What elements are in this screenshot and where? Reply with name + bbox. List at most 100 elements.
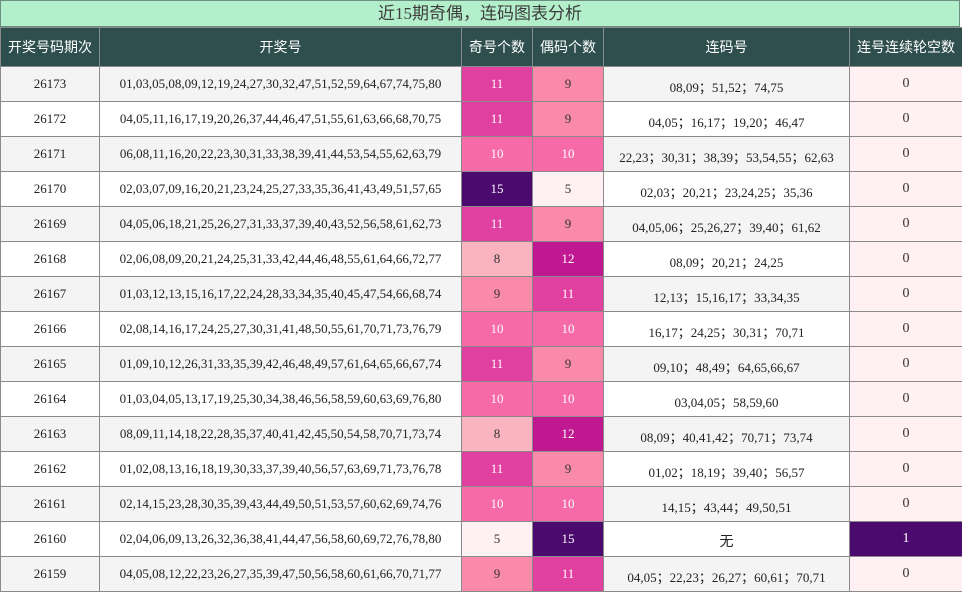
consecutive-cell: 16,17；24,25；30,31；70,71 bbox=[604, 312, 850, 347]
odd-count-cell: 5 bbox=[462, 522, 533, 557]
table-row: 2616904,05,06,18,21,25,26,27,31,33,37,39… bbox=[1, 207, 962, 242]
odd-count-cell: 11 bbox=[462, 102, 533, 137]
even-count-cell: 9 bbox=[533, 102, 604, 137]
consecutive-cell: 14,15；43,44；49,50,51 bbox=[604, 487, 850, 522]
odd-count-cell: 10 bbox=[462, 382, 533, 417]
consecutive-cell: 08,09；20,21；24,25 bbox=[604, 242, 850, 277]
odd-count-cell: 15 bbox=[462, 172, 533, 207]
odd-count-cell: 11 bbox=[462, 452, 533, 487]
odd-count-cell: 9 bbox=[462, 557, 533, 592]
even-count-cell: 12 bbox=[533, 242, 604, 277]
issue-cell: 26159 bbox=[1, 557, 100, 592]
issue-cell: 26160 bbox=[1, 522, 100, 557]
odd-count-cell: 10 bbox=[462, 312, 533, 347]
numbers-cell: 02,04,06,09,13,26,32,36,38,41,44,47,56,5… bbox=[100, 522, 462, 557]
even-count-cell: 15 bbox=[533, 522, 604, 557]
miss-count-cell: 0 bbox=[850, 557, 962, 592]
header-miss-count: 连号连续轮空数 bbox=[850, 28, 962, 67]
issue-cell: 26169 bbox=[1, 207, 100, 242]
even-count-cell: 10 bbox=[533, 487, 604, 522]
even-count-cell: 11 bbox=[533, 277, 604, 312]
odd-count-cell: 9 bbox=[462, 277, 533, 312]
issue-cell: 26170 bbox=[1, 172, 100, 207]
table-row: 2616201,02,08,13,16,18,19,30,33,37,39,40… bbox=[1, 452, 962, 487]
header-numbers: 开奖号 bbox=[100, 28, 462, 67]
header-even-count: 偶码个数 bbox=[533, 28, 604, 67]
table-row: 2617204,05,11,16,17,19,20,26,37,44,46,47… bbox=[1, 102, 962, 137]
odd-count-cell: 11 bbox=[462, 207, 533, 242]
consecutive-cell: 08,09；40,41,42；70,71；73,74 bbox=[604, 417, 850, 452]
issue-cell: 26164 bbox=[1, 382, 100, 417]
numbers-cell: 01,03,05,08,09,12,19,24,27,30,32,47,51,5… bbox=[100, 67, 462, 102]
numbers-cell: 01,02,08,13,16,18,19,30,33,37,39,40,56,5… bbox=[100, 452, 462, 487]
table-row: 2617301,03,05,08,09,12,19,24,27,30,32,47… bbox=[1, 67, 962, 102]
consecutive-cell: 04,05,06；25,26,27；39,40；61,62 bbox=[604, 207, 850, 242]
miss-count-cell: 0 bbox=[850, 67, 962, 102]
consecutive-cell: 无 bbox=[604, 522, 850, 557]
table-row: 2616501,09,10,12,26,31,33,35,39,42,46,48… bbox=[1, 347, 962, 382]
miss-count-cell: 0 bbox=[850, 102, 962, 137]
consecutive-cell: 08,09；51,52；74,75 bbox=[604, 67, 850, 102]
numbers-cell: 01,03,12,13,15,16,17,22,24,28,33,34,35,4… bbox=[100, 277, 462, 312]
issue-cell: 26168 bbox=[1, 242, 100, 277]
numbers-cell: 02,08,14,16,17,24,25,27,30,31,41,48,50,5… bbox=[100, 312, 462, 347]
table-row: 2617106,08,11,16,20,22,23,30,31,33,38,39… bbox=[1, 137, 962, 172]
even-count-cell: 11 bbox=[533, 557, 604, 592]
numbers-cell: 01,03,04,05,13,17,19,25,30,34,38,46,56,5… bbox=[100, 382, 462, 417]
numbers-cell: 02,06,08,09,20,21,24,25,31,33,42,44,46,4… bbox=[100, 242, 462, 277]
consecutive-cell: 22,23；30,31；38,39；53,54,55；62,63 bbox=[604, 137, 850, 172]
miss-count-cell: 0 bbox=[850, 347, 962, 382]
table-row: 2616308,09,11,14,18,22,28,35,37,40,41,42… bbox=[1, 417, 962, 452]
issue-cell: 26167 bbox=[1, 277, 100, 312]
miss-count-cell: 0 bbox=[850, 382, 962, 417]
even-count-cell: 10 bbox=[533, 382, 604, 417]
header-consecutive: 连码号 bbox=[604, 28, 850, 67]
consecutive-cell: 02,03；20,21；23,24,25；35,36 bbox=[604, 172, 850, 207]
consecutive-cell: 03,04,05；58,59,60 bbox=[604, 382, 850, 417]
table-row: 2616701,03,12,13,15,16,17,22,24,28,33,34… bbox=[1, 277, 962, 312]
issue-cell: 26166 bbox=[1, 312, 100, 347]
even-count-cell: 12 bbox=[533, 417, 604, 452]
numbers-cell: 02,03,07,09,16,20,21,23,24,25,27,33,35,3… bbox=[100, 172, 462, 207]
table-header-row: 开奖号码期次 开奖号 奇号个数 偶码个数 连码号 连号连续轮空数 bbox=[1, 28, 962, 67]
miss-count-cell: 1 bbox=[850, 522, 962, 557]
miss-count-cell: 0 bbox=[850, 207, 962, 242]
consecutive-cell: 01,02；18,19；39,40；56,57 bbox=[604, 452, 850, 487]
table-row: 2616602,08,14,16,17,24,25,27,30,31,41,48… bbox=[1, 312, 962, 347]
even-count-cell: 10 bbox=[533, 137, 604, 172]
table-row: 2616802,06,08,09,20,21,24,25,31,33,42,44… bbox=[1, 242, 962, 277]
numbers-cell: 08,09,11,14,18,22,28,35,37,40,41,42,45,5… bbox=[100, 417, 462, 452]
miss-count-cell: 0 bbox=[850, 487, 962, 522]
miss-count-cell: 0 bbox=[850, 277, 962, 312]
issue-cell: 26172 bbox=[1, 102, 100, 137]
issue-cell: 26165 bbox=[1, 347, 100, 382]
table-row: 2616102,14,15,23,28,30,35,39,43,44,49,50… bbox=[1, 487, 962, 522]
table-row: 2615904,05,08,12,22,23,26,27,35,39,47,50… bbox=[1, 557, 962, 592]
numbers-cell: 04,05,11,16,17,19,20,26,37,44,46,47,51,5… bbox=[100, 102, 462, 137]
odd-count-cell: 10 bbox=[462, 137, 533, 172]
odd-count-cell: 11 bbox=[462, 347, 533, 382]
odd-count-cell: 10 bbox=[462, 487, 533, 522]
consecutive-cell: 12,13；15,16,17；33,34,35 bbox=[604, 277, 850, 312]
consecutive-cell: 04,05；22,23；26,27；60,61；70,71 bbox=[604, 557, 850, 592]
table-row: 2616401,03,04,05,13,17,19,25,30,34,38,46… bbox=[1, 382, 962, 417]
issue-cell: 26162 bbox=[1, 452, 100, 487]
numbers-cell: 06,08,11,16,20,22,23,30,31,33,38,39,41,4… bbox=[100, 137, 462, 172]
miss-count-cell: 0 bbox=[850, 452, 962, 487]
table-row: 2617002,03,07,09,16,20,21,23,24,25,27,33… bbox=[1, 172, 962, 207]
even-count-cell: 9 bbox=[533, 67, 604, 102]
even-count-cell: 9 bbox=[533, 347, 604, 382]
even-count-cell: 10 bbox=[533, 312, 604, 347]
miss-count-cell: 0 bbox=[850, 242, 962, 277]
even-count-cell: 9 bbox=[533, 207, 604, 242]
header-issue: 开奖号码期次 bbox=[1, 28, 100, 67]
even-count-cell: 5 bbox=[533, 172, 604, 207]
numbers-cell: 01,09,10,12,26,31,33,35,39,42,46,48,49,5… bbox=[100, 347, 462, 382]
miss-count-cell: 0 bbox=[850, 137, 962, 172]
page-title: 近15期奇偶，连码图表分析 bbox=[0, 0, 960, 27]
numbers-cell: 04,05,08,12,22,23,26,27,35,39,47,50,56,5… bbox=[100, 557, 462, 592]
odd-count-cell: 8 bbox=[462, 417, 533, 452]
table-body: 2617301,03,05,08,09,12,19,24,27,30,32,47… bbox=[1, 67, 962, 592]
table-row: 2616002,04,06,09,13,26,32,36,38,41,44,47… bbox=[1, 522, 962, 557]
numbers-cell: 02,14,15,23,28,30,35,39,43,44,49,50,51,5… bbox=[100, 487, 462, 522]
